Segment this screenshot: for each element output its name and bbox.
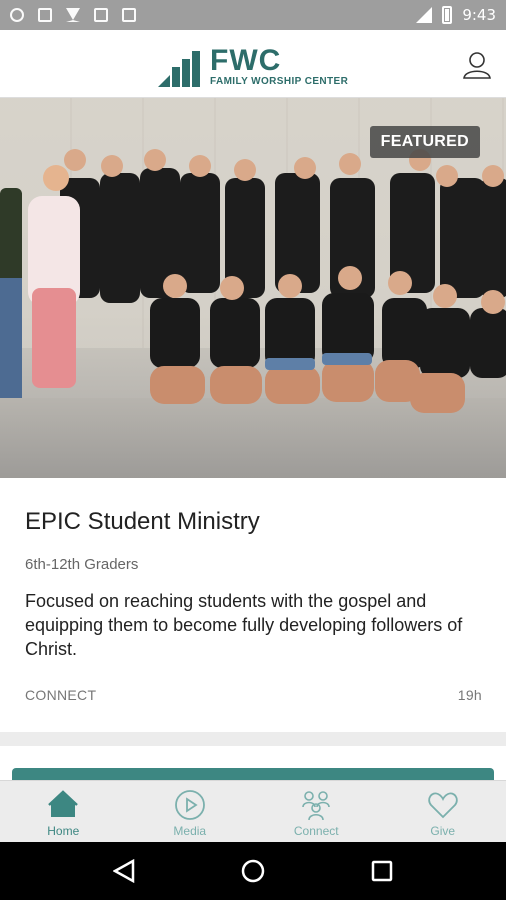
recents-icon[interactable] xyxy=(371,860,393,882)
notification-icon xyxy=(66,8,80,22)
card-title: EPIC Student Ministry xyxy=(25,508,260,535)
logo-subtitle: FAMILY WORSHIP CENTER xyxy=(210,76,349,87)
back-icon[interactable] xyxy=(112,859,135,883)
nav-home[interactable]: Home xyxy=(0,781,127,842)
logo-title: FWC xyxy=(210,44,282,77)
nav-media[interactable]: Media xyxy=(127,781,254,842)
card-category: CONNECT xyxy=(25,687,97,703)
home-icon xyxy=(48,790,79,817)
featured-badge: FEATURED xyxy=(369,126,480,158)
brand-logo[interactable]: FWC FAMILY WORSHIP CENTER xyxy=(158,46,348,87)
featured-card[interactable]: FEATURED EPIC Student Ministry 6th-12th … xyxy=(0,98,506,732)
nav-connect-label: Connect xyxy=(293,824,339,838)
notification-icon xyxy=(38,8,52,22)
nav-media-label: Media xyxy=(173,824,207,838)
heart-icon xyxy=(427,792,458,819)
nav-home-label: Home xyxy=(47,824,80,838)
nav-give[interactable]: Give xyxy=(380,781,506,842)
card-description: Focused on reaching students with the go… xyxy=(25,591,463,659)
system-nav-bar xyxy=(0,842,506,900)
play-icon xyxy=(174,790,205,820)
home-circle-icon[interactable] xyxy=(240,858,266,884)
notification-icon xyxy=(10,8,24,22)
battery-icon xyxy=(442,6,453,24)
notification-icon xyxy=(94,8,108,22)
bottom-nav: Home Media Connect Give xyxy=(0,780,506,842)
nav-connect[interactable]: Connect xyxy=(253,781,380,842)
notification-icon xyxy=(122,8,136,22)
card-subtitle: 6th-12th Graders xyxy=(25,556,139,573)
signal-icon xyxy=(416,7,433,23)
status-bar: 9:43 xyxy=(0,0,506,30)
people-icon xyxy=(302,791,331,821)
app-header: FWC FAMILY WORSHIP CENTER xyxy=(0,30,506,98)
card-timestamp: 19h xyxy=(457,687,482,703)
profile-icon[interactable] xyxy=(462,50,492,80)
logo-mark-icon xyxy=(158,51,200,87)
hero-image: FEATURED xyxy=(0,98,506,478)
nav-give-label: Give xyxy=(430,824,456,838)
clock: 9:43 xyxy=(462,6,496,24)
